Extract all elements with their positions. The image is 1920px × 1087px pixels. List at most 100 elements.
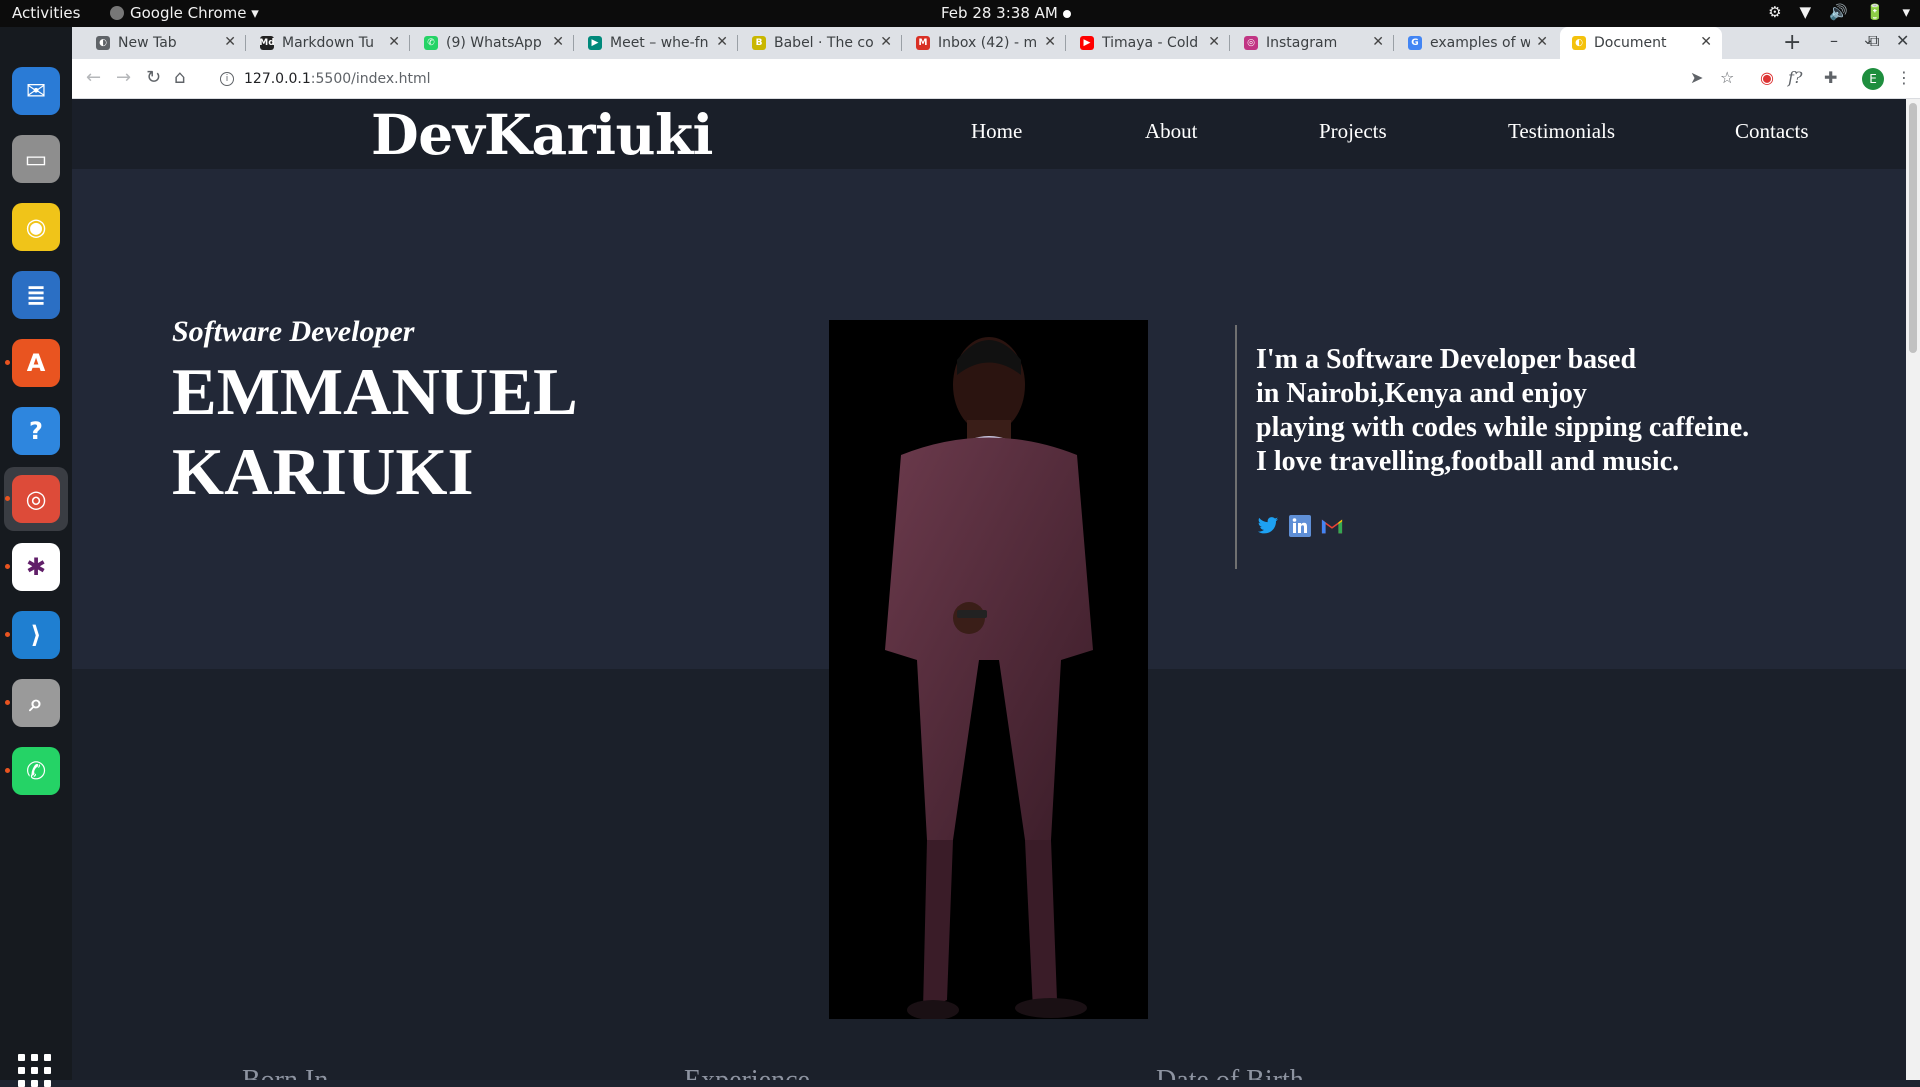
- browser-tab[interactable]: ✆ (9) WhatsApp ✕: [412, 27, 574, 59]
- site-logo[interactable]: DevKariuki: [371, 102, 713, 167]
- dock-writer[interactable]: ≣: [4, 263, 68, 327]
- extension-fonts-icon[interactable]: f?: [1788, 68, 1803, 87]
- battery-icon[interactable]: 🔋: [1866, 3, 1885, 21]
- scrollbar-thumb[interactable]: [1909, 103, 1917, 353]
- dock-software[interactable]: A: [4, 331, 68, 395]
- url-text[interactable]: 127.0.0.1:5500/index.html: [244, 71, 431, 87]
- system-menu-icon[interactable]: ▾: [1902, 3, 1910, 21]
- tab-favicon-icon: B: [752, 36, 766, 50]
- dock-help[interactable]: ?: [4, 399, 68, 463]
- tab-title: New Tab: [118, 35, 177, 51]
- page-scrollbar[interactable]: [1906, 99, 1920, 1080]
- chrome-menu-icon[interactable]: ⋮: [1896, 68, 1912, 87]
- tab-close-icon[interactable]: ✕: [388, 34, 400, 50]
- site-info-icon[interactable]: i: [220, 72, 234, 86]
- running-indicator: [5, 496, 10, 501]
- tab-separator: [1065, 35, 1066, 51]
- browser-tab[interactable]: ◎ Instagram ✕: [1232, 27, 1394, 59]
- forward-icon[interactable]: →: [116, 67, 131, 88]
- clock[interactable]: Feb 28 3:38 AM: [941, 4, 1058, 22]
- linkedin-icon[interactable]: [1289, 515, 1311, 537]
- dock-image-viewer[interactable]: ⌕: [4, 671, 68, 735]
- browser-tab[interactable]: M Inbox (42) - ma ✕: [904, 27, 1066, 59]
- tab-title: Document: [1594, 35, 1667, 51]
- back-icon[interactable]: ←: [86, 67, 101, 88]
- dock-files[interactable]: ▭: [4, 127, 68, 191]
- slack-tray-icon[interactable]: ⚙: [1768, 3, 1781, 21]
- browser-tab[interactable]: ◐ New Tab ✕: [84, 27, 246, 59]
- running-indicator: [5, 564, 10, 569]
- nav-testimonials[interactable]: Testimonials: [1508, 119, 1615, 144]
- tab-close-icon[interactable]: ✕: [552, 34, 564, 50]
- system-top-bar: Activities Google Chrome ▾ Feb 28 3:38 A…: [0, 0, 1920, 27]
- page-viewport: DevKariuki Home About Projects Testimoni…: [72, 99, 1906, 1080]
- bio-line: playing with codes while sipping caffein…: [1256, 412, 1750, 443]
- tab-close-icon[interactable]: ✕: [880, 34, 892, 50]
- new-tab-button[interactable]: +: [1783, 30, 1801, 55]
- show-applications-icon[interactable]: [18, 1054, 51, 1087]
- system-tray[interactable]: ⚙ ▼ 🔊 🔋 ▾: [1768, 3, 1910, 21]
- address-bar[interactable]: i 127.0.0.1:5500/index.html: [212, 63, 1772, 95]
- close-window-icon[interactable]: ✕: [1896, 31, 1909, 50]
- tab-title: Instagram: [1266, 35, 1338, 51]
- gmail-icon[interactable]: [1321, 515, 1343, 537]
- dock-thunderbird[interactable]: ✉: [4, 59, 68, 123]
- tab-separator: [573, 35, 574, 51]
- bookmark-star-icon[interactable]: ☆: [1720, 68, 1734, 87]
- tab-close-icon[interactable]: ✕: [1536, 34, 1548, 50]
- tab-close-icon[interactable]: ✕: [224, 34, 236, 50]
- tab-close-icon[interactable]: ✕: [1372, 34, 1384, 50]
- hero-name-first: EMMANUEL: [172, 355, 578, 429]
- twitter-icon[interactable]: [1257, 515, 1279, 537]
- dock-slack[interactable]: ✱: [4, 535, 68, 599]
- reload-icon[interactable]: ↻: [146, 67, 161, 88]
- hero-role: Software Developer: [172, 315, 415, 348]
- app-menu-label: Google Chrome ▾: [130, 4, 259, 22]
- browser-tab[interactable]: ◐ Document ✕: [1560, 27, 1722, 59]
- dock-chrome[interactable]: ◎: [4, 467, 68, 531]
- minimize-icon[interactable]: –: [1830, 31, 1838, 50]
- home-icon[interactable]: ⌂: [174, 67, 185, 88]
- tab-title: Markdown Tu: [282, 35, 375, 51]
- browser-tab[interactable]: B Babel · The co ✕: [740, 27, 902, 59]
- nav-home[interactable]: Home: [971, 119, 1022, 144]
- dock: ✉ ▭ ◉ ≣ A? ◎ ✱ ⟩ ⌕ ✆: [0, 27, 72, 1087]
- tab-title: Meet – whe-fn: [610, 35, 709, 51]
- running-indicator: [5, 768, 10, 773]
- browser-tab[interactable]: ▶ Meet – whe-fn ✕: [576, 27, 738, 59]
- restore-icon[interactable]: ⧉: [1868, 31, 1879, 51]
- app-menu[interactable]: Google Chrome ▾: [110, 4, 259, 22]
- browser-tab[interactable]: Md Markdown Tu ✕: [248, 27, 410, 59]
- browser-tab[interactable]: ▶ Timaya - Cold ✕: [1068, 27, 1230, 59]
- profile-avatar[interactable]: E: [1862, 68, 1884, 90]
- tab-close-icon[interactable]: ✕: [1700, 34, 1712, 50]
- nav-projects[interactable]: Projects: [1319, 119, 1387, 144]
- extensions-puzzle-icon[interactable]: ✚: [1824, 68, 1837, 87]
- dock-rhythmbox[interactable]: ◉: [4, 195, 68, 259]
- browser-toolbar: ← → ↻ ⌂ i 127.0.0.1:5500/index.html ➤ ☆ …: [72, 59, 1920, 99]
- running-indicator: [5, 700, 10, 705]
- hero-name-last: KARIUKI: [172, 435, 474, 509]
- send-icon[interactable]: ➤: [1690, 68, 1703, 87]
- tab-title: Inbox (42) - ma: [938, 35, 1038, 51]
- stat-born-in-label: Born In: [242, 1065, 328, 1080]
- extension-colorpick-icon[interactable]: ◉: [1760, 68, 1774, 87]
- volume-icon[interactable]: 🔊: [1829, 3, 1848, 21]
- browser-tab[interactable]: Gexamples of w ✕: [1396, 27, 1558, 59]
- tab-strip: ◐ New Tab ✕ Md Markdown Tu ✕ ✆ (9) WhatsApp ✕ ▶ Me…: [72, 27, 1920, 59]
- wifi-icon[interactable]: ▼: [1800, 3, 1812, 21]
- activities-button[interactable]: Activities: [12, 4, 80, 22]
- running-indicator: [5, 632, 10, 637]
- dock-vscode[interactable]: ⟩: [4, 603, 68, 667]
- tab-separator: [245, 35, 246, 51]
- tab-close-icon[interactable]: ✕: [1208, 34, 1220, 50]
- tab-close-icon[interactable]: ✕: [1044, 34, 1056, 50]
- tab-separator: [1229, 35, 1230, 51]
- tab-close-icon[interactable]: ✕: [716, 34, 728, 50]
- tab-title: examples of w: [1430, 35, 1530, 51]
- tab-favicon-icon: Md: [259, 36, 275, 50]
- nav-contacts[interactable]: Contacts: [1735, 119, 1809, 144]
- dock-whatsapp[interactable]: ✆: [4, 739, 68, 803]
- nav-about[interactable]: About: [1145, 119, 1198, 144]
- tab-separator: [409, 35, 410, 51]
